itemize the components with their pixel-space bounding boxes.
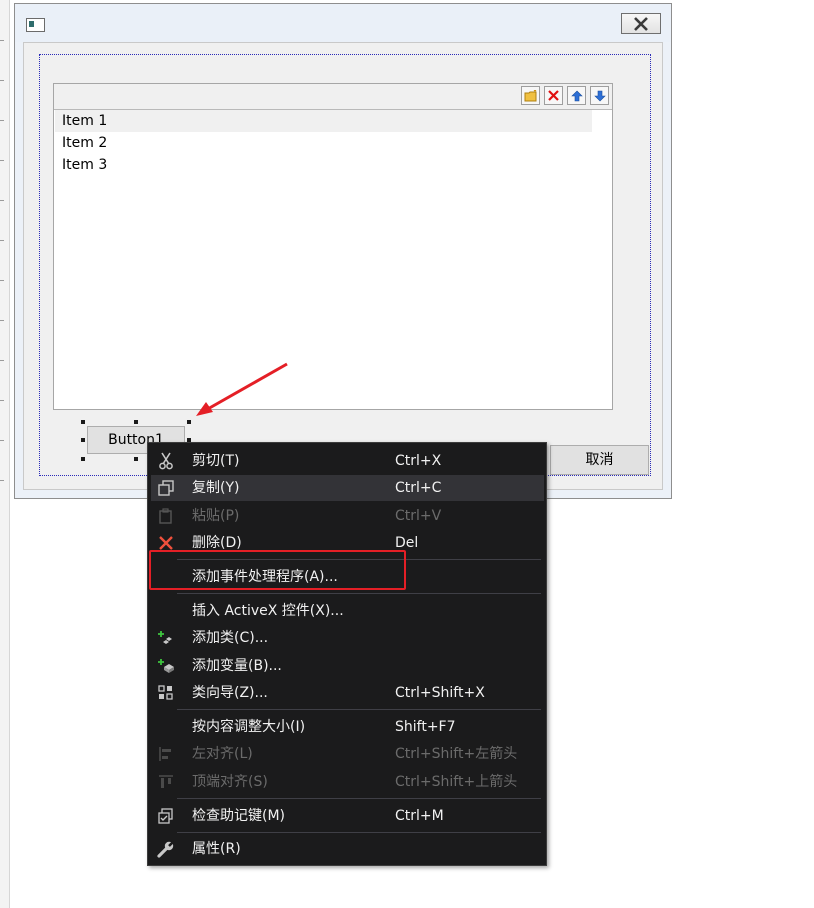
align-left-icon (159, 747, 171, 761)
menu-item-label: 粘贴(P) (192, 508, 240, 524)
close-button[interactable] (621, 13, 661, 34)
cancel-button[interactable]: 取消 (550, 445, 649, 475)
menu-item-shortcut: Ctrl+Shift+上箭头 (395, 774, 518, 790)
menu-item-label: 删除(D) (192, 535, 242, 551)
menu-item-shortcut: Del (395, 535, 419, 551)
wrench-icon (157, 840, 175, 858)
class-wizard-icon (158, 685, 173, 700)
editor-left-margin (0, 0, 10, 908)
menu-item-shortcut: Ctrl+C (395, 480, 442, 496)
list-item[interactable]: Item 3 (55, 154, 592, 176)
menu-item-label: 添加变量(B)... (192, 658, 282, 674)
menu-item-align-left[interactable]: 左对齐(L) Ctrl+Shift+左箭头 (151, 741, 544, 767)
menu-item-size-to-content[interactable]: 按内容调整大小(I) Shift+F7 (151, 714, 544, 740)
menu-item-paste[interactable]: 粘贴(P) Ctrl+V (151, 503, 544, 529)
menu-item-label: 添加事件处理程序(A)... (192, 569, 338, 585)
delete-item-button[interactable] (544, 86, 563, 105)
menu-item-shortcut: Ctrl+X (395, 453, 442, 469)
menu-item-cut[interactable]: 剪切(T) Ctrl+X (151, 448, 544, 474)
menu-item-copy[interactable]: 复制(Y) Ctrl+C (151, 475, 544, 501)
menu-separator (177, 709, 541, 710)
resize-handle-bl[interactable] (81, 457, 85, 461)
menu-item-class-wizard[interactable]: 类向导(Z)... Ctrl+Shift+X (151, 680, 544, 706)
menu-item-add-event-handler[interactable]: 添加事件处理程序(A)... (151, 564, 544, 590)
menu-separator (177, 593, 541, 594)
menu-item-align-top[interactable]: 顶端对齐(S) Ctrl+Shift+上箭头 (151, 769, 544, 795)
menu-item-label: 属性(R) (192, 841, 241, 857)
delete-x-icon (548, 90, 559, 101)
add-class-icon (158, 631, 172, 644)
context-menu: 剪切(T) Ctrl+X 复制(Y) Ctrl+C 粘贴(P) Ctrl+V 删… (147, 442, 547, 866)
menu-item-insert-activex[interactable]: 插入 ActiveX 控件(X)... (151, 598, 544, 624)
move-down-button[interactable] (590, 86, 609, 105)
menu-separator (177, 798, 541, 799)
menu-item-shortcut: Ctrl+Shift+X (395, 685, 485, 701)
align-top-icon (159, 775, 173, 788)
add-variable-icon (158, 659, 174, 673)
list-item[interactable]: Item 1 (55, 110, 592, 132)
resize-handle-tr[interactable] (187, 420, 191, 424)
list-item[interactable]: Item 2 (55, 132, 592, 154)
app-window-icon (26, 18, 45, 32)
menu-item-shortcut: Ctrl+M (395, 808, 444, 824)
menu-item-label: 剪切(T) (192, 453, 240, 469)
menu-item-label: 复制(Y) (192, 480, 240, 496)
resize-handle-b[interactable] (134, 457, 138, 461)
menu-item-shortcut: Ctrl+Shift+左箭头 (395, 746, 518, 762)
paste-icon (159, 508, 172, 524)
menu-item-add-variable[interactable]: 添加变量(B)... (151, 653, 544, 679)
menu-item-shortcut: Shift+F7 (395, 719, 456, 735)
menu-item-label: 检查助记键(M) (192, 808, 286, 824)
move-down-icon (593, 90, 606, 101)
menu-item-label: 左对齐(L) (192, 746, 253, 762)
dialog-title-bar[interactable] (15, 4, 671, 42)
resize-handle-l[interactable] (81, 438, 85, 442)
folder-new-icon (524, 89, 536, 101)
menu-item-label: 添加类(C)... (192, 630, 269, 646)
move-up-button[interactable] (567, 86, 586, 105)
new-item-button[interactable] (521, 86, 540, 105)
dialog-window: Item 1 Item 2 Item 3 Button1 取消 (14, 3, 672, 499)
menu-item-label: 顶端对齐(S) (192, 774, 268, 790)
menu-item-label: 按内容调整大小(I) (192, 719, 306, 735)
menu-separator (177, 832, 541, 833)
list-items: Item 1 Item 2 Item 3 (55, 110, 592, 176)
check-mnemonics-icon (158, 808, 173, 824)
list-box[interactable]: Item 1 Item 2 Item 3 (53, 83, 613, 410)
menu-item-delete[interactable]: 删除(D) Del (151, 530, 544, 556)
menu-item-add-class[interactable]: 添加类(C)... (151, 625, 544, 651)
scissors-icon (159, 452, 173, 470)
list-toolbar (54, 84, 612, 110)
menu-item-label: 类向导(Z)... (192, 685, 268, 701)
delete-icon (159, 536, 173, 550)
menu-item-properties[interactable]: 属性(R) (151, 836, 544, 862)
menu-item-check-mnemonics[interactable]: 检查助记键(M) Ctrl+M (151, 803, 544, 829)
copy-icon (158, 480, 174, 496)
resize-handle-t[interactable] (134, 420, 138, 424)
close-icon (634, 16, 648, 31)
move-up-icon (570, 90, 583, 101)
menu-item-label: 插入 ActiveX 控件(X)... (192, 603, 344, 619)
menu-item-shortcut: Ctrl+V (395, 508, 442, 524)
menu-separator (177, 559, 541, 560)
resize-handle-tl[interactable] (81, 420, 85, 424)
